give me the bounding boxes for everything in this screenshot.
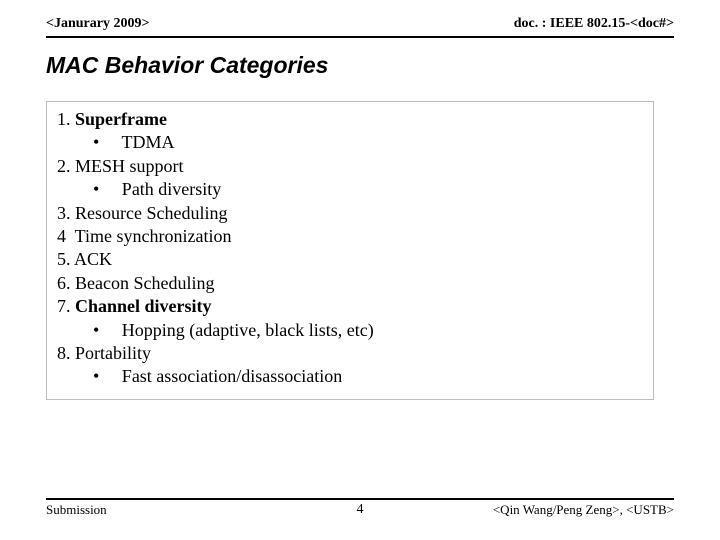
- footer-rule: [46, 498, 674, 500]
- list-subitem: • Hopping (adaptive, black lists, etc): [57, 319, 643, 342]
- list-item: 4 Time synchronization: [57, 225, 643, 248]
- list-item: 1. Superframe: [57, 108, 643, 131]
- list-item: 3. Resource Scheduling: [57, 202, 643, 225]
- header-rule: [46, 36, 674, 38]
- item-number: 7.: [57, 296, 75, 316]
- content-box: 1. Superframe • TDMA 2. MESH support • P…: [46, 101, 654, 400]
- list-subitem: • TDMA: [57, 131, 643, 154]
- header-date: <Janurary 2009>: [46, 16, 149, 32]
- list-item: 7. Channel diversity: [57, 295, 643, 318]
- slide-title: MAC Behavior Categories: [46, 52, 674, 79]
- list-item: 6. Beacon Scheduling: [57, 272, 643, 295]
- list-subitem: • Fast association/disassociation: [57, 365, 643, 388]
- list-item: 8. Portability: [57, 342, 643, 365]
- list-subitem: • Path diversity: [57, 178, 643, 201]
- header-docref: doc. : IEEE 802.15-<doc#>: [514, 16, 674, 32]
- item-text-bold: Superframe: [75, 109, 167, 129]
- footer: 4 Submission <Qin Wang/Peng Zeng>, <USTB…: [46, 498, 674, 518]
- item-text-bold: Channel diversity: [75, 296, 212, 316]
- footer-row: 4 Submission <Qin Wang/Peng Zeng>, <USTB…: [46, 502, 674, 518]
- item-number: 1.: [57, 109, 75, 129]
- slide-page: <Janurary 2009> doc. : IEEE 802.15-<doc#…: [0, 0, 720, 540]
- footer-author: <Qin Wang/Peng Zeng>, <USTB>: [493, 502, 674, 518]
- footer-left: Submission: [46, 502, 107, 518]
- list-item: 2. MESH support: [57, 155, 643, 178]
- header-row: <Janurary 2009> doc. : IEEE 802.15-<doc#…: [46, 16, 674, 34]
- list-item: 5. ACK: [57, 248, 643, 271]
